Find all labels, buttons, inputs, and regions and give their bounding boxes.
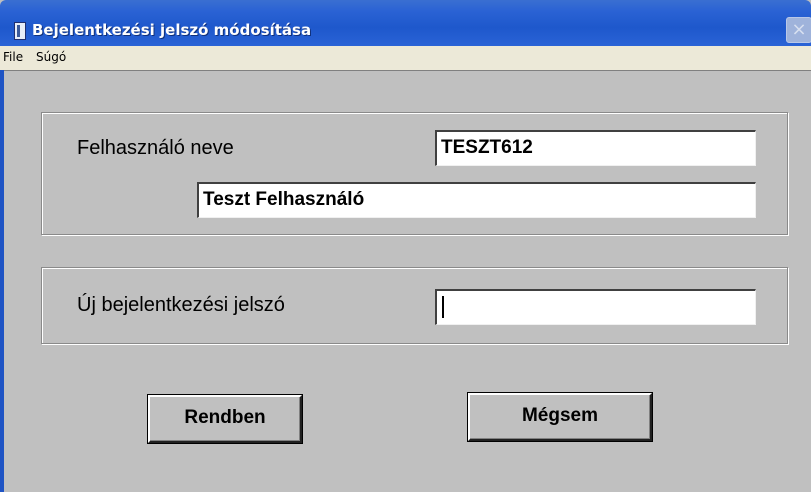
app-icon — [14, 22, 26, 40]
new-password-label: Új bejelentkezési jelszó — [77, 294, 285, 316]
username-field[interactable]: TESZT612 — [435, 130, 756, 166]
close-button[interactable]: × — [786, 17, 811, 43]
dialog-window: Bejelentkezési jelszó módosítása × File … — [0, 0, 811, 492]
username-label: Felhasználó neve — [77, 137, 234, 159]
dialog-body: Felhasználó neve TESZT612 Teszt Felhaszn… — [4, 70, 811, 492]
new-password-field[interactable] — [435, 289, 756, 325]
ok-button[interactable]: Rendben — [147, 394, 303, 444]
window-title: Bejelentkezési jelszó módosítása — [32, 21, 312, 39]
menu-help[interactable]: Súgó — [36, 50, 66, 64]
close-icon: × — [791, 19, 807, 40]
cancel-button[interactable]: Mégsem — [467, 392, 653, 442]
title-bar[interactable]: Bejelentkezési jelszó módosítása × — [0, 0, 811, 46]
menu-bar: File Súgó — [0, 46, 811, 70]
text-caret — [442, 295, 444, 318]
fullname-field[interactable]: Teszt Felhasználó — [197, 182, 756, 218]
menu-file[interactable]: File — [3, 50, 23, 64]
